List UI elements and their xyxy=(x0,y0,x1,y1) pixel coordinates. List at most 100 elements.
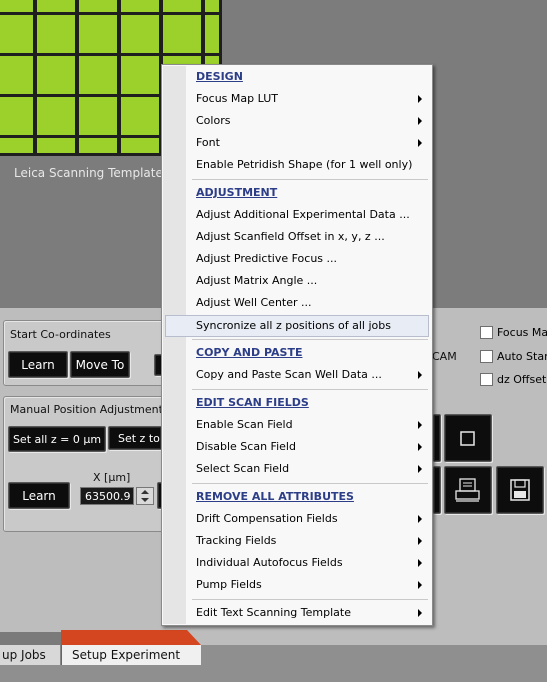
menu-item-adjust-well-center[interactable]: Adjust Well Center ... xyxy=(162,292,432,314)
well-cell[interactable] xyxy=(121,97,159,135)
focus-map-checkbox[interactable] xyxy=(480,326,493,339)
submenu-arrow-icon xyxy=(418,371,422,379)
well-cell[interactable] xyxy=(121,138,159,153)
menu-separator xyxy=(192,483,428,484)
tab-setup-experiment[interactable]: Setup Experiment xyxy=(61,645,201,665)
menu-item-colors[interactable]: Colors xyxy=(162,110,432,132)
menu-item-label: Drift Compensation Fields xyxy=(196,512,338,525)
manual-position-title: Manual Position Adjustment xyxy=(10,403,163,416)
tab-indicator-tip xyxy=(187,630,201,645)
well-cell[interactable] xyxy=(79,56,117,94)
dz-offset-label: dz Offset xyxy=(497,373,547,386)
auto-start-label: Auto Start xyxy=(497,350,547,363)
stop-icon xyxy=(460,431,475,446)
context-menu: DESIGN Focus Map LUT Colors Font Enable … xyxy=(161,64,433,626)
well-cell[interactable] xyxy=(79,0,117,12)
menu-item-focus-map-lut[interactable]: Focus Map LUT xyxy=(162,88,432,110)
stop-button[interactable] xyxy=(444,414,492,462)
well-cell[interactable] xyxy=(0,138,33,153)
x-coordinate-input[interactable]: 63500.9 xyxy=(80,487,134,505)
well-cell[interactable] xyxy=(79,138,117,153)
well-cell[interactable] xyxy=(79,15,117,53)
well-cell[interactable] xyxy=(0,15,33,53)
well-cell[interactable] xyxy=(163,0,201,12)
save-button[interactable] xyxy=(496,466,544,514)
start-coordinates-title: Start Co-ordinates xyxy=(10,328,111,341)
save-icon xyxy=(510,479,530,501)
menu-header-design: DESIGN xyxy=(196,70,243,83)
template-label: Leica Scanning Template xyxy=(14,166,163,180)
x-coordinate-label: X [µm] xyxy=(93,471,131,484)
submenu-arrow-icon xyxy=(418,421,422,429)
partial-button-upper[interactable] xyxy=(433,414,441,462)
well-cell[interactable] xyxy=(37,97,75,135)
submenu-arrow-icon xyxy=(418,117,422,125)
menu-item-adjust-predictive-focus[interactable]: Adjust Predictive Focus ... xyxy=(162,248,432,270)
menu-item-adjust-experimental-data[interactable]: Adjust Additional Experimental Data ... xyxy=(162,204,432,226)
menu-header-edit-scan-fields: EDIT SCAN FIELDS xyxy=(196,396,309,409)
menu-header-copy-and-paste: COPY AND PASTE xyxy=(196,346,303,359)
tab-setup-jobs[interactable]: up Jobs xyxy=(0,645,61,665)
well-cell[interactable] xyxy=(121,56,159,94)
menu-item-label: Tracking Fields xyxy=(196,534,277,547)
menu-separator xyxy=(192,179,428,180)
menu-separator xyxy=(192,599,428,600)
well-cell[interactable] xyxy=(121,0,159,12)
menu-item-edit-text-scanning-template[interactable]: Edit Text Scanning Template xyxy=(162,602,432,624)
menu-item-adjust-matrix-angle[interactable]: Adjust Matrix Angle ... xyxy=(162,270,432,292)
menu-item-syncronize-z-positions[interactable]: Syncronize all z positions of all jobs xyxy=(165,315,429,337)
well-cell[interactable] xyxy=(205,0,219,12)
well-cell[interactable] xyxy=(37,15,75,53)
partial-button-lower[interactable] xyxy=(433,466,441,514)
menu-item-label: Copy and Paste Scan Well Data ... xyxy=(196,368,382,381)
set-all-z-button[interactable]: Set all z = 0 µm xyxy=(8,426,106,452)
menu-item-tracking-fields[interactable]: Tracking Fields xyxy=(162,530,432,552)
submenu-arrow-icon xyxy=(418,465,422,473)
start-learn-button[interactable]: Learn xyxy=(8,351,68,378)
well-cell[interactable] xyxy=(121,15,159,53)
submenu-arrow-icon xyxy=(418,559,422,567)
tab-indicator-active xyxy=(61,630,187,645)
move-to-button[interactable]: Move To xyxy=(70,351,130,378)
auto-start-checkbox[interactable] xyxy=(480,350,493,363)
well-cell[interactable] xyxy=(0,0,33,12)
menu-item-label: Enable Scan Field xyxy=(196,418,293,431)
submenu-arrow-icon xyxy=(418,443,422,451)
menu-item-enable-petridish[interactable]: Enable Petridish Shape (for 1 well only) xyxy=(162,154,432,176)
x-coordinate-spinner[interactable] xyxy=(136,487,154,505)
well-cell[interactable] xyxy=(163,15,201,53)
menu-item-label: Edit Text Scanning Template xyxy=(196,606,351,619)
cam-label: CAM xyxy=(432,350,457,363)
focus-map-label: Focus Map xyxy=(497,326,547,339)
submenu-arrow-icon xyxy=(418,537,422,545)
menu-item-label: Individual Autofocus Fields xyxy=(196,556,343,569)
well-cell[interactable] xyxy=(0,56,33,94)
well-cell[interactable] xyxy=(79,97,117,135)
spinner-up-icon[interactable] xyxy=(141,490,149,494)
set-z-button[interactable]: Set z to a xyxy=(108,426,162,450)
menu-item-label: Disable Scan Field xyxy=(196,440,296,453)
manual-learn-button[interactable]: Learn xyxy=(8,482,70,509)
well-cell[interactable] xyxy=(37,0,75,12)
menu-item-label: Font xyxy=(196,136,220,149)
dz-offset-checkbox[interactable] xyxy=(480,373,493,386)
menu-item-copy-paste-scan-well[interactable]: Copy and Paste Scan Well Data ... xyxy=(162,364,432,386)
printer-icon xyxy=(455,478,480,502)
menu-item-adjust-scanfield-offset[interactable]: Adjust Scanfield Offset in x, y, z ... xyxy=(162,226,432,248)
menu-item-font[interactable]: Font xyxy=(162,132,432,154)
well-cell[interactable] xyxy=(0,97,33,135)
menu-item-enable-scan-field[interactable]: Enable Scan Field xyxy=(162,414,432,436)
menu-item-pump-fields[interactable]: Pump Fields xyxy=(162,574,432,596)
menu-item-drift-compensation-fields[interactable]: Drift Compensation Fields xyxy=(162,508,432,530)
well-cell[interactable] xyxy=(37,56,75,94)
well-cell[interactable] xyxy=(205,15,219,53)
submenu-arrow-icon xyxy=(418,139,422,147)
menu-item-select-scan-field[interactable]: Select Scan Field xyxy=(162,458,432,480)
menu-item-disable-scan-field[interactable]: Disable Scan Field xyxy=(162,436,432,458)
well-cell[interactable] xyxy=(37,138,75,153)
spinner-down-icon[interactable] xyxy=(141,498,149,502)
menu-item-individual-autofocus-fields[interactable]: Individual Autofocus Fields xyxy=(162,552,432,574)
menu-header-adjustment: ADJUSTMENT xyxy=(196,186,278,199)
print-button[interactable] xyxy=(444,466,492,514)
manual-position-group xyxy=(3,396,175,532)
